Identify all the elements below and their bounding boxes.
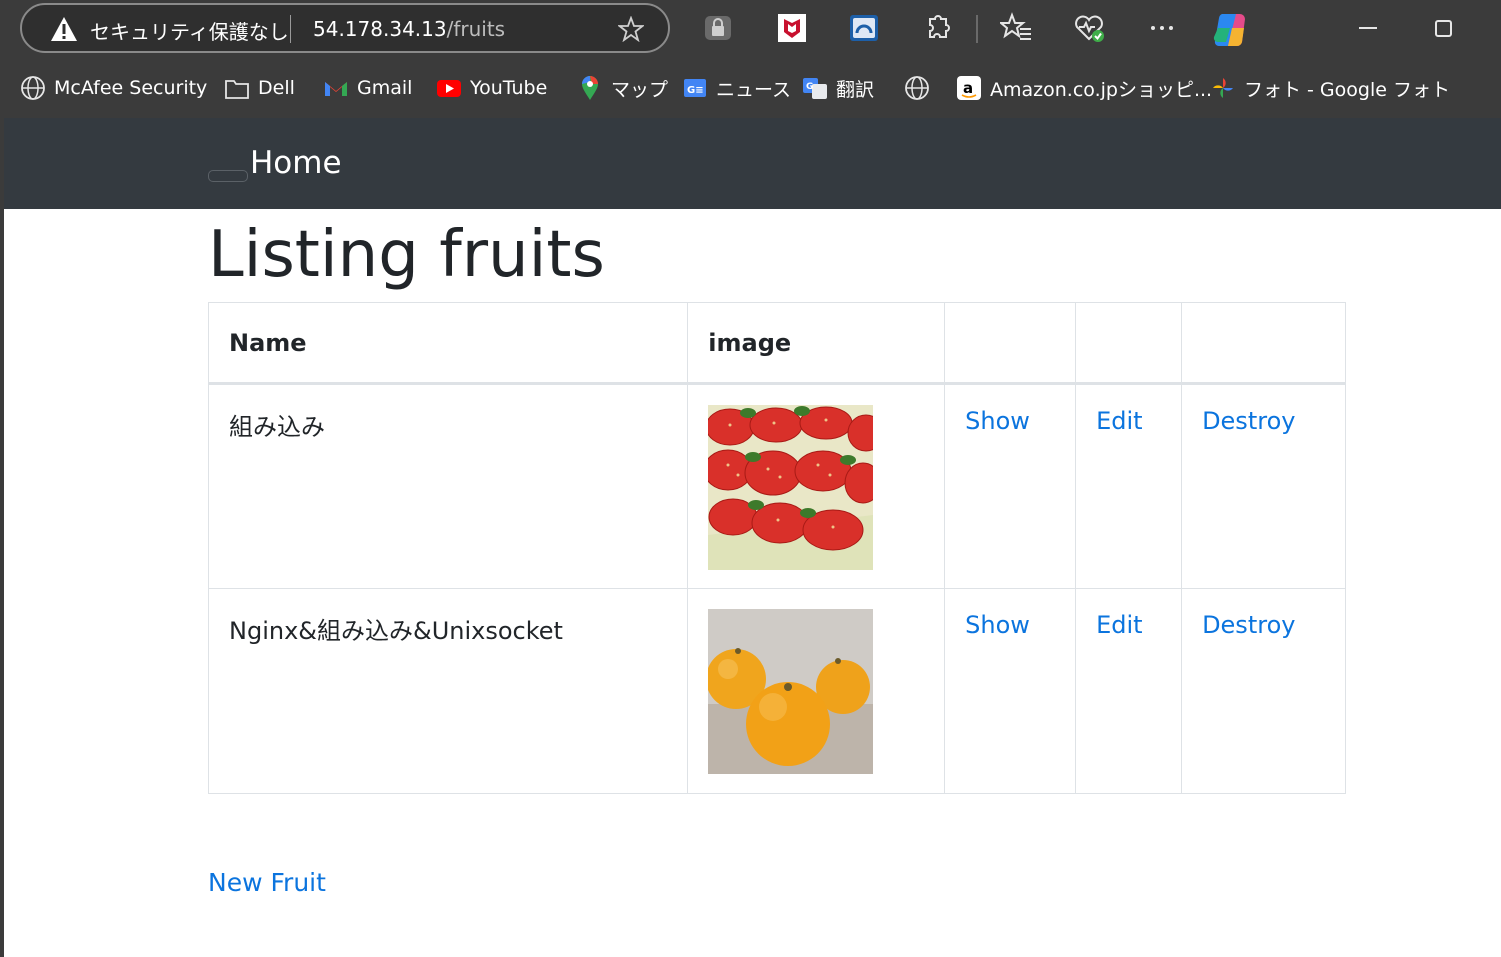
amazon-icon: a — [957, 76, 981, 100]
youtube-icon — [437, 80, 461, 97]
new-fruit-link[interactable]: New Fruit — [208, 868, 326, 897]
edit-link[interactable]: Edit — [1096, 407, 1142, 435]
web-page: Home Listing fruits Name image 組み込み Show… — [4, 118, 1501, 957]
show-link[interactable]: Show — [965, 407, 1030, 435]
navbar: Home — [4, 118, 1501, 209]
password-lock-icon[interactable] — [702, 12, 734, 44]
warning-icon[interactable] — [50, 16, 78, 42]
destroy-cell: Destroy — [1181, 588, 1346, 794]
destroy-link[interactable]: Destroy — [1202, 407, 1295, 435]
globe-icon — [21, 76, 45, 100]
browser-toolbar: セキュリティ保護なし 54.178.34.13/fruits — [0, 0, 1501, 58]
nav-home-link[interactable]: Home — [250, 145, 342, 181]
bookmark-amazon[interactable]: a Amazon.co.jpショッピ... — [956, 74, 1212, 102]
bookmark-gmail[interactable]: Gmail — [323, 74, 412, 102]
column-header-edit — [1075, 302, 1183, 385]
svg-text:G: G — [806, 82, 813, 92]
fruit-image-cell — [687, 383, 946, 589]
bookmark-globe[interactable] — [904, 74, 938, 102]
security-status-text[interactable]: セキュリティ保護なし — [90, 16, 289, 45]
svg-text:a: a — [963, 79, 973, 97]
bookmark-label: ニュース — [716, 78, 792, 101]
bookmark-photos[interactable]: フォト - Google フォト — [1210, 74, 1450, 102]
browser-essentials-icon[interactable] — [1073, 12, 1105, 44]
fruits-table: Name image 組み込み Show Edit Destroy Nginx&… — [207, 302, 1346, 794]
fruit-name-cell: Nginx&組み込み&Unixsocket — [207, 588, 689, 794]
favorites-list-icon[interactable] — [1000, 12, 1032, 44]
table-header-row: Name image — [207, 302, 1346, 385]
show-link[interactable]: Show — [965, 611, 1030, 639]
address-divider — [290, 15, 291, 43]
folder-icon — [225, 80, 249, 99]
url-path: /fruits — [446, 17, 506, 41]
fruit-name-cell: 組み込み — [207, 383, 689, 589]
show-cell: Show — [944, 588, 1077, 794]
fruit-image-cell — [687, 588, 946, 794]
edit-cell: Edit — [1075, 588, 1183, 794]
show-cell: Show — [944, 383, 1077, 589]
bookmark-dell[interactable]: Dell — [224, 74, 295, 102]
url-text[interactable]: 54.178.34.13/fruits — [313, 17, 505, 41]
bookmark-label: McAfee Security — [54, 77, 208, 99]
copilot-icon[interactable] — [1212, 10, 1250, 48]
edit-cell: Edit — [1075, 383, 1183, 589]
news-icon: G≡ — [684, 79, 706, 97]
bookmark-label: Amazon.co.jpショッピ... — [990, 78, 1213, 101]
bookmark-youtube[interactable]: YouTube — [436, 74, 547, 102]
strawberries-photo — [708, 405, 874, 570]
edit-link[interactable]: Edit — [1096, 611, 1142, 639]
extensions-puzzle-icon[interactable] — [921, 12, 953, 44]
minimize-window-icon[interactable] — [1352, 12, 1384, 44]
translate-icon: G — [803, 78, 827, 99]
maximize-window-icon[interactable] — [1427, 12, 1459, 44]
oranges-photo — [708, 609, 874, 774]
column-header-destroy — [1181, 302, 1346, 385]
toolbar-divider — [976, 15, 978, 43]
bookmark-news[interactable]: G≡ ニュース — [682, 74, 791, 102]
maps-icon — [582, 76, 598, 100]
favorite-star-icon[interactable] — [618, 16, 644, 42]
bookmark-translate[interactable]: G 翻訳 — [802, 74, 874, 102]
table-row: Nginx&組み込み&Unixsocket Show Edit Destroy — [207, 588, 1346, 794]
address-bar[interactable]: セキュリティ保護なし 54.178.34.13/fruits — [20, 3, 670, 53]
bookmark-label: 翻訳 — [836, 78, 875, 101]
gmail-icon — [325, 82, 347, 96]
bookmark-maps[interactable]: マップ — [577, 74, 668, 102]
url-host: 54.178.34.13 — [313, 17, 447, 41]
globe-icon — [905, 76, 929, 100]
page-title: Listing fruits — [208, 218, 605, 292]
column-header-show — [944, 302, 1077, 385]
column-header-name: Name — [207, 302, 689, 385]
bookmark-label: YouTube — [470, 77, 548, 99]
bookmark-mcafee[interactable]: McAfee Security — [20, 74, 207, 102]
photos-icon — [1213, 78, 1233, 98]
bookmark-label: フォト - Google フォト — [1244, 78, 1450, 101]
bookmark-label: Dell — [258, 77, 295, 99]
column-header-image: image — [687, 302, 946, 385]
bookmark-label: マップ — [611, 78, 669, 101]
table-row: 組み込み Show Edit Destroy — [207, 383, 1346, 589]
navbar-toggler-button[interactable] — [208, 170, 248, 182]
destroy-link[interactable]: Destroy — [1202, 611, 1295, 639]
svg-text:G≡: G≡ — [687, 85, 704, 96]
destroy-cell: Destroy — [1181, 383, 1346, 589]
bookmarks-bar: McAfee Security Dell Gmail YouTube マップ G… — [0, 58, 1501, 118]
screen-cast-icon[interactable] — [848, 12, 880, 44]
bookmark-label: Gmail — [357, 77, 413, 99]
mcafee-extension-icon[interactable] — [776, 12, 808, 44]
more-options-icon[interactable] — [1146, 12, 1178, 44]
